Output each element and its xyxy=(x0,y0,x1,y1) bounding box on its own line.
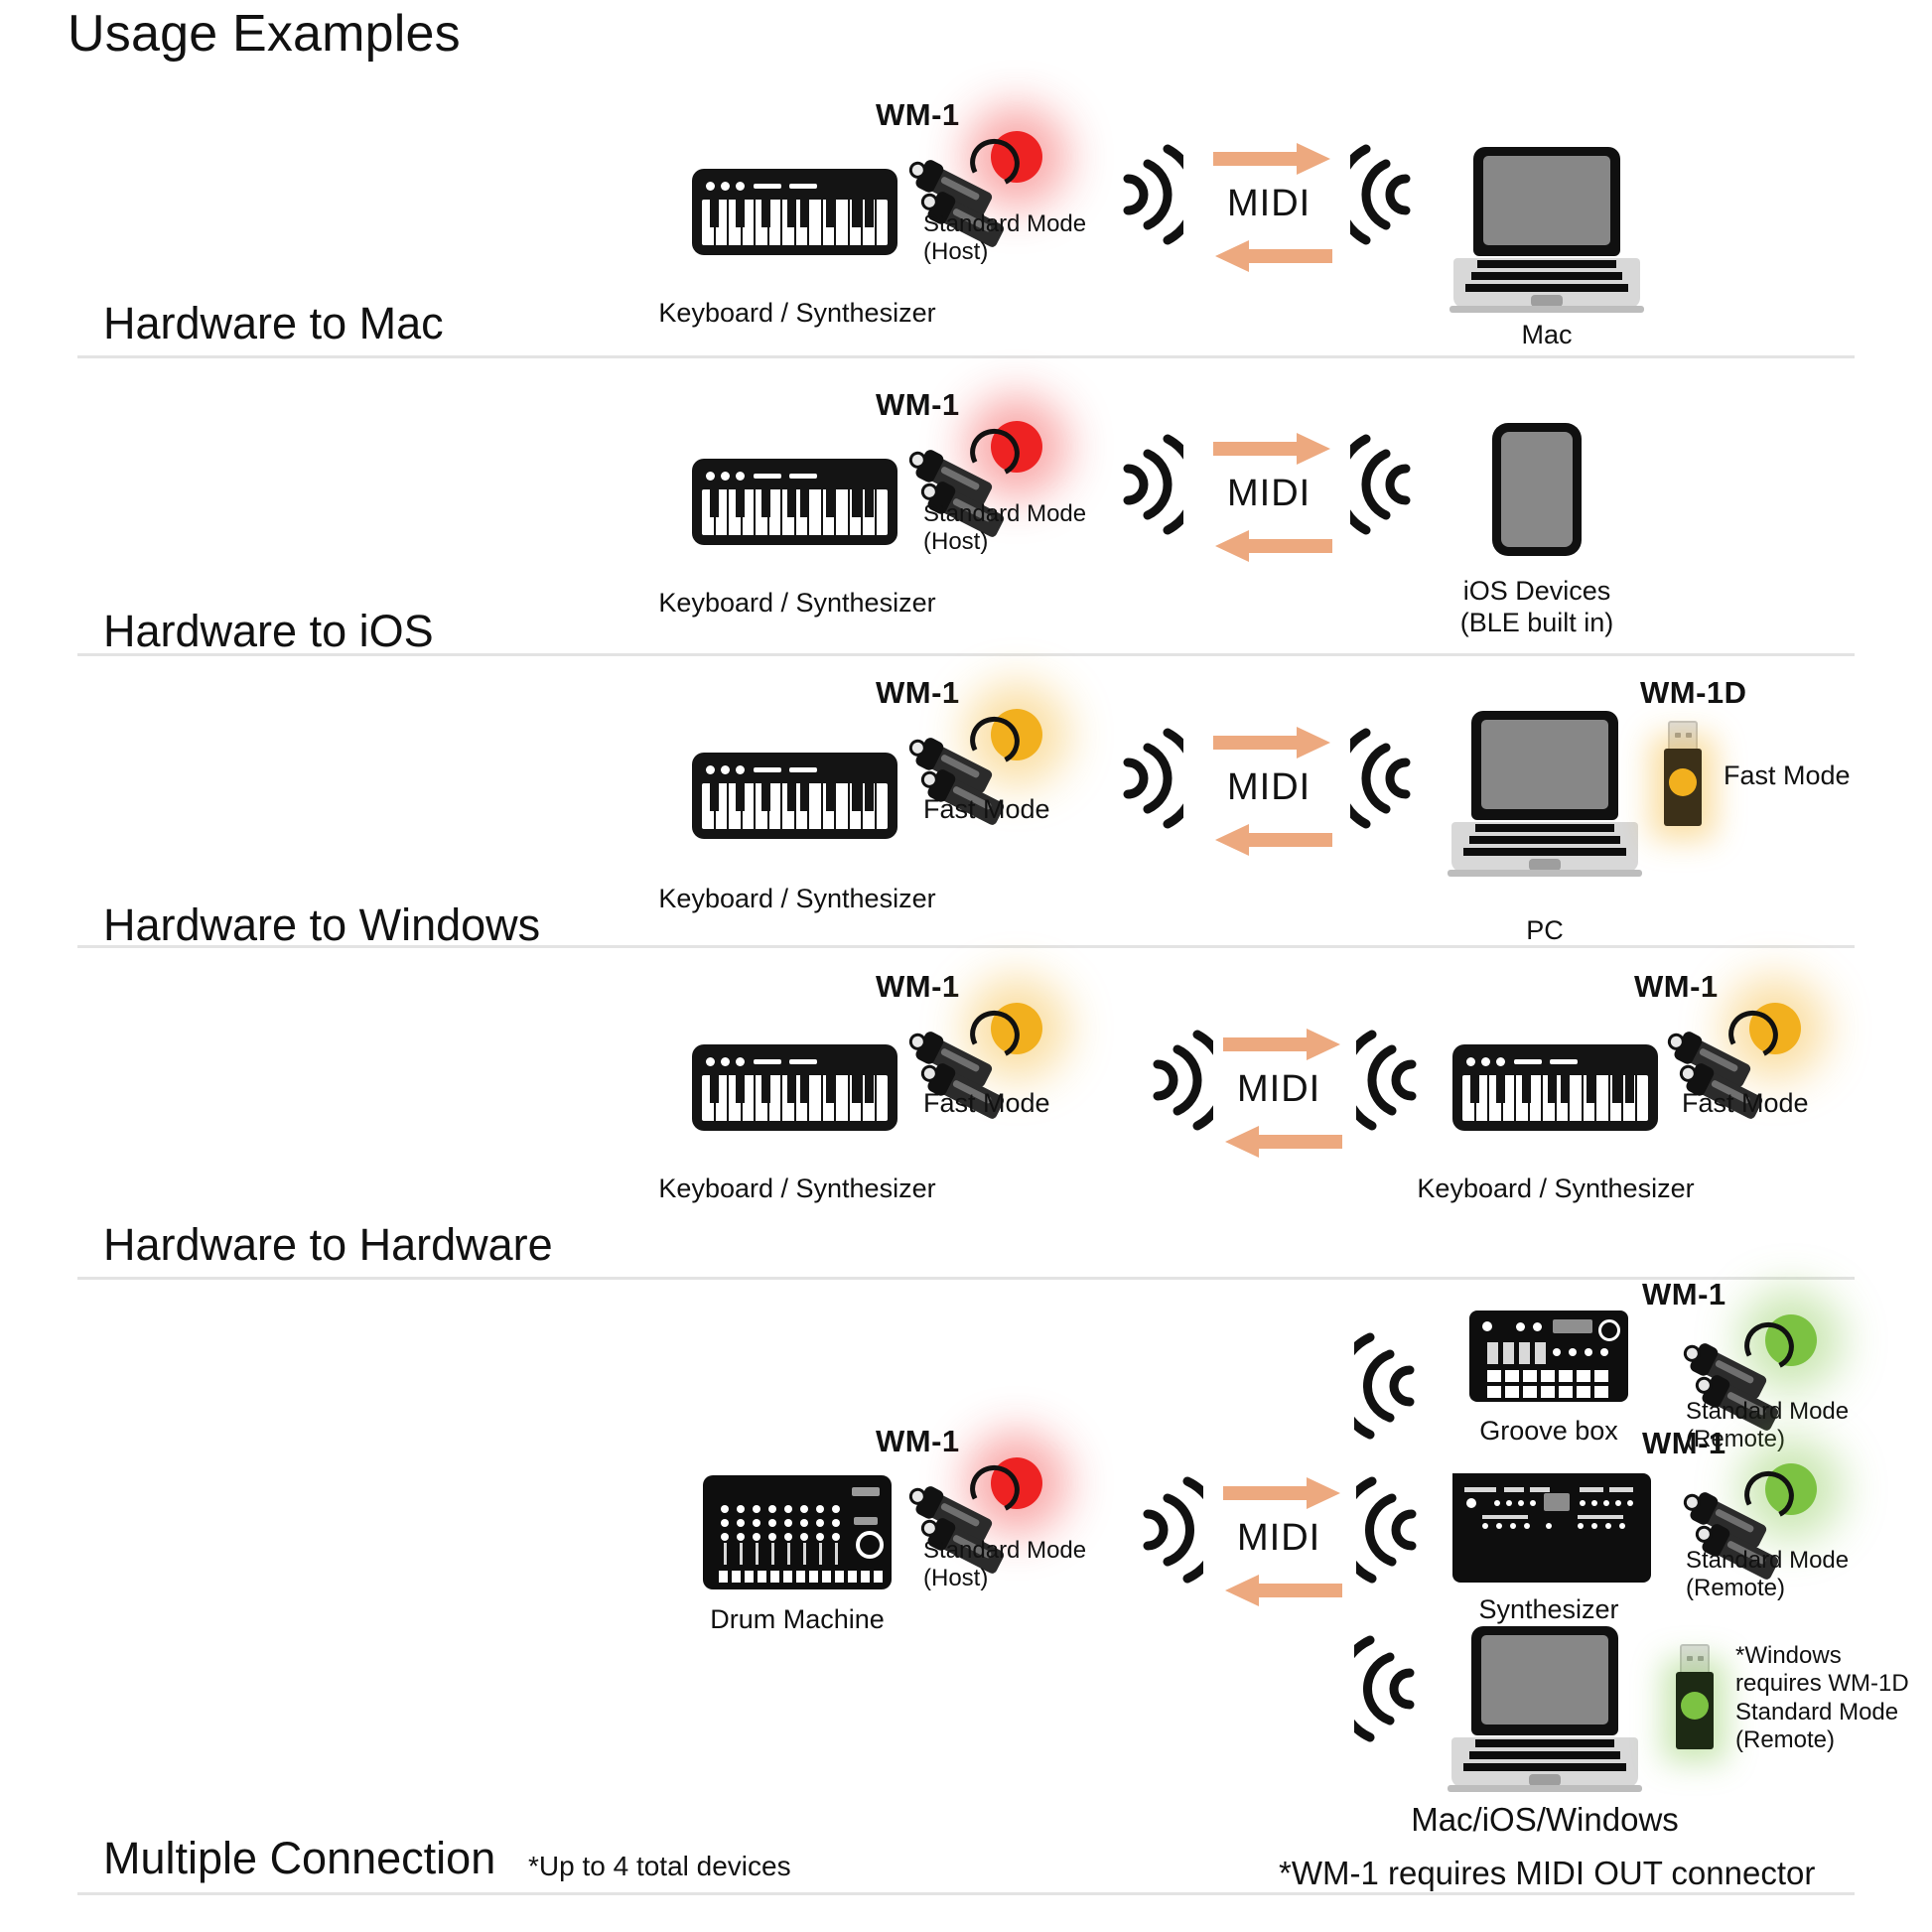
row2-midi-label: MIDI xyxy=(1227,473,1311,514)
row5-synth-mode: Standard Mode (Remote) xyxy=(1686,1547,1850,1602)
row5-waves-left xyxy=(1134,1465,1203,1594)
row5-computer-caption: Mac/iOS/Windows xyxy=(1411,1801,1679,1838)
row5-divider xyxy=(77,1892,1855,1895)
row3-wireless-waves-left xyxy=(1114,719,1183,838)
row-multiple-connection: Groove box WM-1 Standard Mode (Remote) W… xyxy=(0,1277,1932,1895)
row5-arrow-left xyxy=(1223,1573,1342,1608)
row5-arrow-right xyxy=(1223,1475,1342,1511)
row5-label: Multiple Connection xyxy=(103,1833,496,1883)
row2-wireless-waves-left xyxy=(1114,425,1183,544)
row5-synth-caption: Synthesizer xyxy=(1478,1594,1619,1624)
row-hardware-to-mac: WM-1 Keyboard / Synthesizer Standard Mod… xyxy=(0,0,1932,358)
row4-target-caption: Keyboard / Synthesizer xyxy=(1417,1173,1695,1203)
row4-tgt-wm1-label: WM-1 xyxy=(1634,969,1719,1004)
row4-wireless-waves-left xyxy=(1144,1021,1213,1140)
row2-keyboard-icon xyxy=(692,459,897,545)
row5-src-wm1-label: WM-1 xyxy=(876,1424,960,1458)
row5-computer-note: *Windows requires WM-1D Standard Mode (R… xyxy=(1735,1642,1909,1753)
row4-src-wm1-label: WM-1 xyxy=(876,969,960,1004)
row5-wm1d-usb-icon xyxy=(1668,1644,1722,1755)
row4-wireless-waves-right xyxy=(1356,1021,1426,1140)
row4-label: Hardware to Hardware xyxy=(103,1219,553,1270)
row5-wm1d-led-green xyxy=(1681,1692,1709,1720)
row2-arrow-right xyxy=(1213,431,1332,467)
row4-target-mode: Fast Mode xyxy=(1682,1088,1809,1118)
row4-source-keyboard-icon xyxy=(692,1044,897,1131)
row3-wm1d-led-amber xyxy=(1669,768,1697,796)
row3-wm1d-usb-icon xyxy=(1656,721,1710,832)
row5-source-mode: Standard Mode (Host) xyxy=(923,1537,1087,1592)
row1-wireless-waves-left xyxy=(1114,135,1183,254)
row3-source-caption: Keyboard / Synthesizer xyxy=(658,884,936,913)
row5-groove-box-icon xyxy=(1469,1311,1628,1402)
row3-wm1d-label: WM-1D xyxy=(1640,675,1747,710)
row1-arrow-left xyxy=(1213,238,1332,274)
row3-target-caption: PC xyxy=(1526,915,1564,945)
row4-arrow-right xyxy=(1223,1027,1342,1062)
row5-source-caption: Drum Machine xyxy=(710,1604,885,1634)
row1-arrow-right xyxy=(1213,141,1332,177)
row2-arrow-left xyxy=(1213,528,1332,564)
row2-source-caption: Keyboard / Synthesizer xyxy=(658,588,936,618)
row1-label: Hardware to Mac xyxy=(103,298,444,348)
row1-source-caption: Keyboard / Synthesizer xyxy=(658,298,936,328)
row4-source-mode: Fast Mode xyxy=(923,1088,1050,1118)
row3-midi-link: MIDI xyxy=(1213,725,1332,856)
row2-target-caption: iOS Devices (BLE built in) xyxy=(1459,576,1614,637)
row5-note: *Up to 4 total devices xyxy=(528,1851,791,1881)
row3-wireless-waves-right xyxy=(1350,719,1420,838)
row4-arrow-left xyxy=(1223,1124,1342,1160)
row5-synthesizer-icon xyxy=(1452,1473,1651,1583)
row5-midi-link: MIDI xyxy=(1223,1475,1342,1606)
row5-waves-groove xyxy=(1354,1321,1424,1450)
row3-pc-laptop-icon xyxy=(1446,711,1644,880)
row5-synth-wm1-label: WM-1 xyxy=(1642,1426,1726,1460)
row3-midi-label: MIDI xyxy=(1227,766,1311,808)
row2-label: Hardware to iOS xyxy=(103,606,434,656)
row3-wm1-label: WM-1 xyxy=(876,675,960,710)
row-hardware-to-ios: WM-1 Keyboard / Synthesizer Standard Mod… xyxy=(0,355,1932,656)
row1-mac-laptop-icon xyxy=(1448,147,1646,316)
row2-midi-link: MIDI xyxy=(1213,431,1332,562)
row2-source-mode: Standard Mode (Host) xyxy=(923,500,1087,556)
row1-midi-link: MIDI xyxy=(1213,141,1332,272)
row2-wm1-label: WM-1 xyxy=(876,387,960,422)
row1-midi-label: MIDI xyxy=(1227,183,1311,224)
row5-waves-computer xyxy=(1354,1624,1424,1753)
row5-drum-machine-icon xyxy=(703,1475,892,1589)
row4-target-keyboard-icon xyxy=(1452,1044,1658,1131)
row-hardware-to-hardware: WM-1 Keyboard / Synthesizer Fast Mode MI… xyxy=(0,945,1932,1283)
row3-source-mode: Fast Mode xyxy=(923,794,1050,824)
row4-midi-link: MIDI xyxy=(1223,1027,1342,1158)
row-hardware-to-windows: WM-1 Keyboard / Synthesizer Fast Mode MI… xyxy=(0,653,1932,951)
row4-midi-label: MIDI xyxy=(1237,1068,1321,1110)
row1-wireless-waves-right xyxy=(1350,135,1420,254)
usage-examples-diagram: Usage Examples WM-1 Keyboard / Synthesiz… xyxy=(0,0,1932,1932)
row3-arrow-left xyxy=(1213,822,1332,858)
row1-keyboard-icon xyxy=(692,169,897,255)
row3-arrow-right xyxy=(1213,725,1332,760)
row1-target-caption: Mac xyxy=(1521,320,1573,349)
row3-keyboard-icon xyxy=(692,753,897,839)
row3-target-mode: Fast Mode xyxy=(1724,760,1851,790)
row5-midi-label: MIDI xyxy=(1237,1517,1321,1559)
row5-groove-wm1-label: WM-1 xyxy=(1642,1277,1726,1311)
row2-wireless-waves-right xyxy=(1350,425,1420,544)
row1-wm1-label: WM-1 xyxy=(876,97,960,132)
row1-source-mode: Standard Mode (Host) xyxy=(923,210,1087,266)
row3-label: Hardware to Windows xyxy=(103,899,541,950)
footer-note: *WM-1 requires MIDI OUT connector xyxy=(1279,1855,1816,1891)
row2-ios-device-icon xyxy=(1492,423,1582,556)
row5-computer-laptop-icon xyxy=(1446,1626,1644,1795)
row5-groove-caption: Groove box xyxy=(1479,1416,1618,1446)
row4-source-caption: Keyboard / Synthesizer xyxy=(658,1173,936,1203)
row5-waves-synth xyxy=(1356,1465,1426,1594)
